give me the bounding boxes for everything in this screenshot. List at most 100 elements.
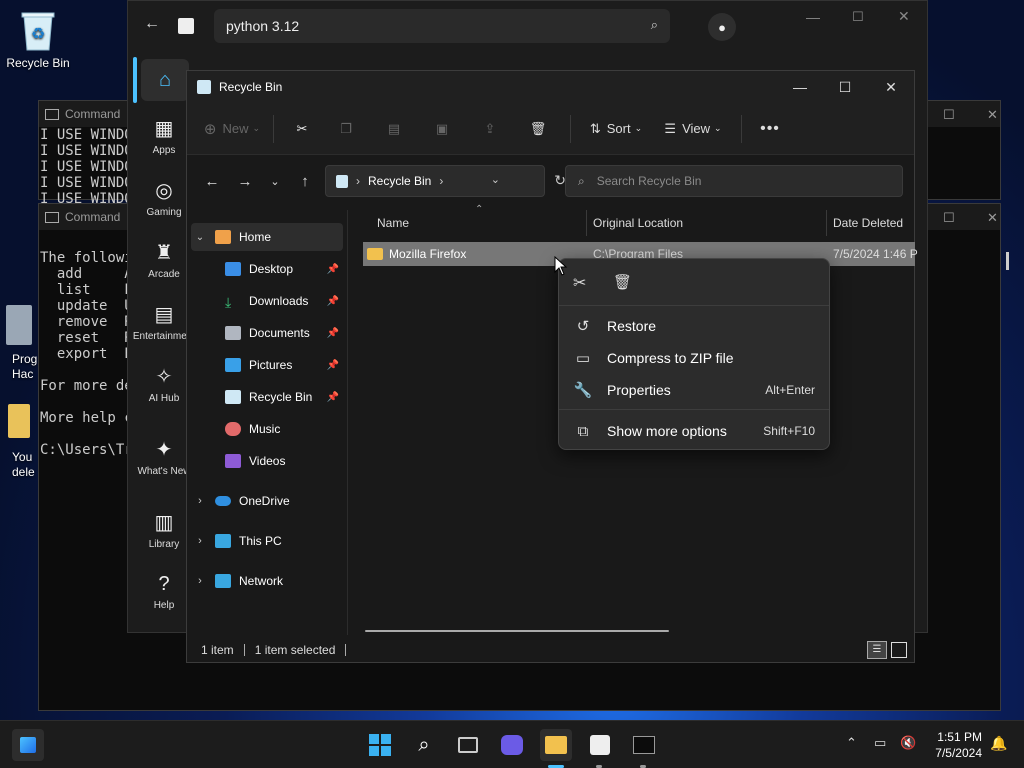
nav-item-videos[interactable]: Videos bbox=[191, 447, 343, 475]
file-explorer-taskbar-button[interactable] bbox=[540, 729, 572, 761]
nav-item-downloads[interactable]: ⤓ Downloads 📌 bbox=[191, 287, 343, 315]
column-header-original-location[interactable]: Original Location bbox=[593, 216, 683, 230]
terminal-taskbar-button[interactable] bbox=[628, 729, 660, 761]
desktop-recycle-bin[interactable]: ♻ Recycle Bin bbox=[0, 8, 76, 70]
menu-item-properties[interactable]: 🔧 Properties Alt+Enter bbox=[569, 375, 821, 405]
recent-chevron-icon[interactable]: ⌄ bbox=[263, 175, 287, 188]
account-icon[interactable]: ● bbox=[708, 13, 736, 41]
status-divider bbox=[243, 644, 245, 656]
back-arrow-icon[interactable]: ← bbox=[144, 15, 160, 33]
view-button[interactable]: ☰ View ⌄ bbox=[653, 113, 733, 145]
recycle-bin-icon bbox=[225, 390, 241, 404]
pin-icon: 📌 bbox=[326, 327, 339, 339]
shortcut-label: Shift+F10 bbox=[763, 424, 815, 438]
column-header-name[interactable]: Name bbox=[377, 216, 409, 230]
expand-chevron-icon[interactable]: › bbox=[191, 575, 209, 587]
close-button[interactable]: ✕ bbox=[987, 210, 998, 226]
details-view-icon[interactable]: ☰ bbox=[867, 641, 887, 659]
arcade-icon: ♜ bbox=[155, 242, 173, 264]
recycle-bin-icon: ♻ bbox=[19, 8, 57, 52]
clock[interactable]: 1:51 PM 7/5/2024 bbox=[928, 729, 982, 761]
desktop-icon-file[interactable] bbox=[0, 404, 38, 456]
cut-icon[interactable]: ✂ bbox=[573, 273, 586, 293]
pin-icon: 📌 bbox=[326, 263, 339, 275]
nav-item-documents[interactable]: Documents 📌 bbox=[191, 319, 343, 347]
teams-button[interactable] bbox=[496, 729, 528, 761]
nav-item-pictures[interactable]: Pictures 📌 bbox=[191, 351, 343, 379]
more-options-button[interactable]: ••• bbox=[750, 113, 790, 145]
status-divider bbox=[345, 644, 347, 656]
context-menu[interactable]: ✂ 🗑 ↺ Restore ▭ Compress to ZIP file 🔧 P… bbox=[558, 258, 830, 450]
back-arrow-icon[interactable]: ← bbox=[197, 173, 227, 190]
forward-arrow-icon[interactable]: → bbox=[227, 173, 263, 190]
address-bar[interactable]: › Recycle Bin › ⌄ ↻ bbox=[325, 165, 566, 197]
tiles-view-icon[interactable] bbox=[891, 642, 907, 658]
nav-item-recycle-bin[interactable]: Recycle Bin 📌 bbox=[191, 383, 343, 411]
new-button[interactable]: ⊕ New ⌄ bbox=[199, 113, 265, 145]
clapper-icon: ▤ bbox=[154, 304, 174, 326]
cloud-icon bbox=[215, 496, 231, 506]
maximize-button[interactable]: ☐ bbox=[943, 107, 955, 123]
horizontal-scrollbar[interactable] bbox=[365, 630, 669, 632]
xbox-nav-label: What's New bbox=[137, 466, 191, 477]
delete-icon[interactable]: 🗑 bbox=[613, 273, 632, 291]
menu-item-compress-zip[interactable]: ▭ Compress to ZIP file bbox=[569, 343, 821, 373]
chevron-down-icon: ⌄ bbox=[714, 123, 722, 133]
start-button[interactable] bbox=[364, 729, 396, 761]
close-button[interactable]: ✕ bbox=[987, 107, 998, 123]
notification-icon[interactable]: 🔔 bbox=[990, 735, 1007, 752]
taskbar: ⌕ ⌃ ▭ 🔇 1:51 PM 7/5/2024 🔔 bbox=[0, 720, 1024, 768]
picture-icon bbox=[225, 358, 241, 372]
share-button[interactable]: ⇪ bbox=[466, 113, 514, 145]
home-icon[interactable]: ⌂ bbox=[141, 59, 189, 101]
nav-item-desktop[interactable]: Desktop 📌 bbox=[191, 255, 343, 283]
menu-item-show-more-options[interactable]: ⧉ Show more options Shift+F10 bbox=[569, 416, 821, 446]
column-divider[interactable] bbox=[826, 210, 827, 236]
up-arrow-icon[interactable]: ↑ bbox=[287, 173, 323, 190]
expand-chevron-icon[interactable]: › bbox=[191, 535, 209, 547]
delete-button[interactable]: 🗑 bbox=[514, 113, 562, 145]
address-dropdown-icon[interactable]: ⌄ bbox=[491, 173, 500, 186]
search-button[interactable]: ⌕ bbox=[408, 729, 440, 761]
trash-icon: 🗑 bbox=[529, 120, 547, 136]
store-taskbar-button[interactable] bbox=[584, 729, 616, 761]
expand-chevron-icon[interactable]: › bbox=[191, 495, 209, 507]
network-status-icon[interactable]: ▭ bbox=[874, 735, 886, 751]
minimize-button[interactable]: — bbox=[806, 9, 820, 25]
volume-muted-icon[interactable]: 🔇 bbox=[900, 735, 916, 751]
pin-icon: 📌 bbox=[326, 391, 339, 403]
gamepad-icon: ◎ bbox=[155, 180, 173, 202]
minimize-button[interactable]: — bbox=[777, 71, 823, 103]
nav-item-home[interactable]: ⌄ Home bbox=[191, 223, 343, 251]
sort-icon: ⇅ bbox=[589, 120, 601, 136]
search-icon[interactable]: ⌕ bbox=[651, 17, 658, 33]
cut-button[interactable]: ✂ bbox=[282, 113, 322, 145]
copy-button[interactable]: ❐ bbox=[322, 113, 370, 145]
maximize-button[interactable]: ☐ bbox=[822, 71, 868, 103]
maximize-button[interactable]: ☐ bbox=[852, 9, 864, 25]
nav-item-onedrive[interactable]: › OneDrive bbox=[191, 487, 343, 515]
sort-button[interactable]: ⇅ Sort ⌄ bbox=[579, 113, 653, 145]
rename-button[interactable]: ▣ bbox=[418, 113, 466, 145]
close-button[interactable]: ✕ bbox=[868, 71, 914, 103]
nav-item-network[interactable]: › Network bbox=[191, 567, 343, 595]
xbox-search-input[interactable]: python 3.12 ⌕ bbox=[214, 9, 670, 43]
paste-button[interactable]: ▤ bbox=[370, 113, 418, 145]
svg-text:♻: ♻ bbox=[31, 26, 45, 43]
column-header-date-deleted[interactable]: Date Deleted bbox=[833, 216, 903, 230]
nav-item-music[interactable]: Music bbox=[191, 415, 343, 443]
desktop-icon-program[interactable] bbox=[0, 305, 38, 345]
nav-item-this-pc[interactable]: › This PC bbox=[191, 527, 343, 555]
search-input[interactable]: ⌕ Search Recycle Bin bbox=[565, 165, 903, 197]
menu-item-restore[interactable]: ↺ Restore bbox=[569, 311, 821, 341]
task-view-button[interactable] bbox=[452, 729, 484, 761]
scrollbar-thumb[interactable] bbox=[1006, 252, 1009, 270]
widgets-button[interactable] bbox=[12, 729, 44, 761]
tray-chevron-up-icon[interactable]: ⌃ bbox=[846, 735, 857, 751]
column-divider[interactable] bbox=[586, 210, 587, 236]
plus-icon: ⊕ bbox=[203, 120, 217, 138]
maximize-button[interactable]: ☐ bbox=[943, 210, 955, 226]
expand-chevron-icon[interactable]: ⌄ bbox=[191, 232, 209, 243]
close-button[interactable]: ✕ bbox=[898, 8, 910, 25]
breadcrumb[interactable]: Recycle Bin bbox=[368, 174, 431, 188]
